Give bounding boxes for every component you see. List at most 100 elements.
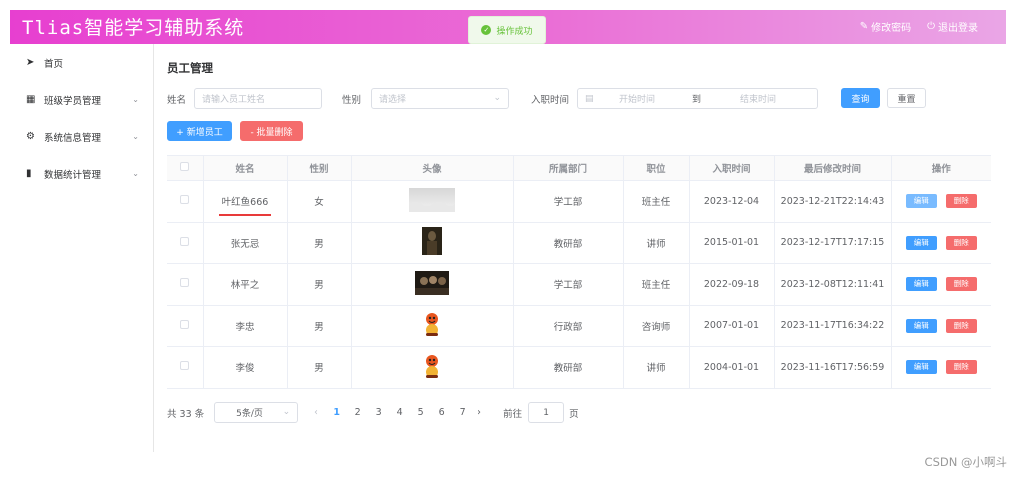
employee-dept: 学工部 [513, 263, 624, 306]
employee-dept: 教研部 [513, 222, 624, 264]
employee-gender: 女 [287, 180, 352, 223]
gender-select[interactable]: 请选择 ⌄ [371, 88, 510, 109]
chevron-down-icon: ⌄ [282, 407, 291, 417]
avatar-image [409, 187, 455, 212]
row-checkbox[interactable] [180, 195, 190, 205]
next-page-icon[interactable]: › [477, 407, 489, 418]
page-title: 员工管理 [167, 61, 213, 75]
change-password-link[interactable]: ✎ 修改密码 [860, 19, 911, 34]
goto-page-input[interactable]: 1 [528, 402, 565, 423]
employee-gender: 男 [287, 222, 352, 264]
send-icon: ➤ [26, 57, 35, 68]
success-toast: ✓ 操作成功 [468, 16, 546, 44]
chevron-down-icon: ⌄ [493, 93, 502, 103]
employee-updated: 2023-11-16T17:56:59 [774, 346, 892, 389]
total-count: 共 33 条 [167, 408, 205, 420]
column-header-entry-date: 入职时间 [689, 155, 775, 181]
page-size-select[interactable]: 5条/页 ⌄ [214, 402, 299, 423]
power-icon: ⏻ [927, 21, 935, 32]
employee-position: 班主任 [623, 263, 690, 306]
search-button[interactable]: 查询 [841, 88, 880, 108]
page-3[interactable]: 3 [368, 407, 389, 418]
column-header-updated: 最后修改时间 [774, 155, 892, 181]
gear-icon: ⚙ [26, 131, 35, 142]
row-checkbox[interactable] [180, 361, 190, 371]
employee-gender: 男 [287, 305, 352, 347]
page-4[interactable]: 4 [389, 407, 410, 418]
start-date-input[interactable]: 开始时间 [619, 92, 655, 105]
column-header-dept: 所属部门 [513, 155, 624, 181]
logout-link[interactable]: ⏻ 退出登录 [927, 19, 978, 34]
sidebar-item-system-info[interactable]: ⚙ 系统信息管理 ⌄ [10, 118, 153, 155]
name-label: 姓名 [167, 94, 187, 106]
employee-updated: 2023-11-17T16:34:22 [774, 305, 892, 347]
employee-avatar [351, 305, 514, 347]
employee-avatar [351, 222, 514, 264]
chevron-down-icon: ⌄ [132, 132, 139, 141]
employee-dept: 学工部 [513, 180, 624, 223]
employee-updated: 2023-12-21T22:14:43 [774, 180, 892, 223]
select-all-checkbox[interactable] [180, 162, 190, 171]
prev-page-icon[interactable]: ‹ [314, 407, 326, 418]
edit-button[interactable]: 编辑 [905, 194, 937, 209]
gender-label: 性别 [342, 94, 362, 106]
page-5[interactable]: 5 [410, 407, 431, 418]
employee-updated: 2023-12-08T12:11:41 [774, 263, 892, 306]
entry-date-range[interactable]: ▤ 开始时间 到 结束时间 [577, 88, 819, 109]
page-1[interactable]: 1 [326, 407, 347, 418]
add-employee-button[interactable]: + 新增员工 [167, 121, 232, 141]
edit-button[interactable]: 编辑 [905, 318, 937, 333]
row-checkbox[interactable] [180, 319, 190, 329]
delete-button[interactable]: 删除 [945, 318, 977, 333]
table-row: 叶红鱼666 女 学工部 班主任 2023-12-04 2023-12-21T2… [167, 180, 991, 223]
employee-gender: 男 [287, 263, 352, 306]
batch-delete-button[interactable]: - 批量删除 [240, 121, 303, 141]
entry-date-label: 入职时间 [531, 94, 570, 106]
sidebar-item-home[interactable]: ➤ 首页 [10, 44, 153, 81]
edit-button[interactable]: 编辑 [905, 235, 937, 250]
sidebar-item-class-student[interactable]: ▦ 班级学员管理 ⌄ [10, 81, 153, 118]
employee-table: 姓名 性别 头像 所属部门 职位 入职时间 最后修改时间 操作 叶红鱼666 女 [167, 155, 991, 389]
row-checkbox[interactable] [180, 278, 190, 288]
delete-button[interactable]: 删除 [945, 360, 977, 375]
employee-name: 李忠 [203, 305, 288, 347]
employee-gender: 男 [287, 346, 352, 389]
avatar-image [422, 227, 442, 256]
edit-button[interactable]: 编辑 [905, 277, 937, 292]
avatar-image [426, 313, 438, 337]
name-input[interactable]: 请输入员工姓名 [194, 88, 323, 109]
column-header-name: 姓名 [203, 155, 288, 181]
reset-button[interactable]: 重置 [887, 88, 926, 108]
delete-button[interactable]: 删除 [945, 194, 977, 209]
employee-dept: 行政部 [513, 305, 624, 347]
employee-name: 张无忌 [203, 222, 288, 264]
employee-position: 讲师 [623, 222, 690, 264]
employee-name: 叶红鱼666 [218, 194, 271, 217]
page-6[interactable]: 6 [431, 407, 452, 418]
table-header-row: 姓名 性别 头像 所属部门 职位 入职时间 最后修改时间 操作 [167, 155, 991, 181]
table-row: 李忠 男 行政部 咨询师 2007-01-01 2023-11-17T16:34… [167, 305, 991, 347]
employee-entry-date: 2007-01-01 [689, 305, 775, 347]
column-header-actions: 操作 [891, 155, 991, 181]
page-2[interactable]: 2 [347, 407, 368, 418]
check-circle-icon: ✓ [481, 25, 492, 35]
employee-entry-date: 2023-12-04 [689, 180, 775, 223]
employee-entry-date: 2004-01-01 [689, 346, 775, 389]
pagination: 共 33 条 5条/页 ⌄ ‹ 1 2 3 4 5 6 7 › 前往 1 页 [167, 402, 579, 423]
chevron-down-icon: ⌄ [132, 95, 139, 104]
end-date-input[interactable]: 结束时间 [740, 92, 776, 105]
page-7[interactable]: 7 [452, 407, 473, 418]
table-row: 李俊 男 教研部 讲师 2004-01-01 2023-11-16T17:56:… [167, 346, 991, 389]
employee-position: 讲师 [623, 346, 690, 389]
employee-dept: 教研部 [513, 346, 624, 389]
employee-updated: 2023-12-17T17:17:15 [774, 222, 892, 264]
delete-button[interactable]: 删除 [945, 277, 977, 292]
employee-avatar [351, 263, 514, 306]
table-row: 林平之 男 学工部 班主任 2022-09-18 2023-12-08T12:1… [167, 263, 991, 306]
delete-button[interactable]: 删除 [945, 235, 977, 250]
employee-avatar [351, 346, 514, 389]
row-checkbox[interactable] [180, 236, 190, 246]
edit-button[interactable]: 编辑 [905, 360, 937, 375]
bar-chart-icon: ▮ [26, 168, 32, 179]
sidebar-item-statistics[interactable]: ▮ 数据统计管理 ⌄ [10, 155, 153, 192]
